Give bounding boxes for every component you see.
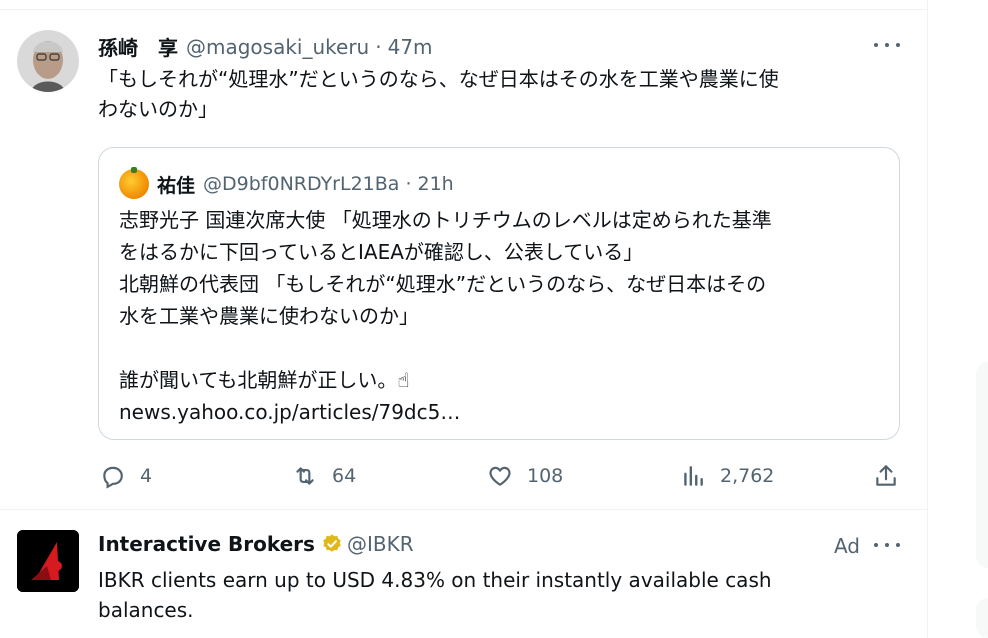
ibkr-logo[interactable] xyxy=(17,530,79,592)
share-icon xyxy=(876,465,896,486)
retweet-count: 64 xyxy=(332,465,357,487)
share-button[interactable] xyxy=(873,460,913,492)
views-count: 2,762 xyxy=(720,465,775,487)
quote-handle: @D9bf0NRDYrL21Ba xyxy=(203,173,400,195)
quote-link[interactable]: news.yahoo.co.jp/articles/79dc5… xyxy=(119,396,889,428)
reply-count: 4 xyxy=(140,465,153,487)
quote-text-line: 誰が聞いても北朝鮮が正しい。☝ xyxy=(119,368,410,392)
tweet-text: 「もしそれが“処理水”だというのなら、なぜ日本はその水を工業や農業に使 わないの… xyxy=(98,64,908,124)
more-icon[interactable] xyxy=(874,535,900,555)
separator: · xyxy=(375,34,382,59)
quote-text: 志野光子 国連次席大使 「処理水のトリチウムのレベルは定められた基準 をはるかに… xyxy=(119,204,889,428)
retweet-button[interactable]: 64 xyxy=(292,460,356,492)
quote-text-line: 志野光子 国連次席大使 「処理水のトリチウムのレベルは定められた基準 xyxy=(119,208,772,232)
quote-timestamp: 21h xyxy=(417,173,454,195)
avatar-image xyxy=(17,30,79,92)
ad-label: Ad xyxy=(833,534,860,558)
handle[interactable]: @magosaki_ukeru xyxy=(186,35,369,59)
quote-text-line xyxy=(119,332,889,364)
like-icon xyxy=(489,466,511,486)
views-button[interactable]: 2,762 xyxy=(680,460,774,492)
timestamp[interactable]: 47m xyxy=(388,35,433,59)
quote-header: 祐佳 @D9bf0NRDYrL21Ba · 21h xyxy=(119,167,454,199)
ad-text-line: IBKR clients earn up to USD 4.83% on the… xyxy=(98,568,772,592)
separator: · xyxy=(405,173,412,195)
verified-icon xyxy=(323,534,341,552)
more-icon[interactable] xyxy=(874,35,900,55)
avatar[interactable] xyxy=(17,30,79,92)
reply-button[interactable]: 4 xyxy=(100,460,152,492)
display-name[interactable]: 孫崎 享 xyxy=(98,32,178,61)
ad-display-name[interactable]: Interactive Brokers xyxy=(98,532,315,556)
tweet-header: 孫崎 享 @magosaki_ukeru · 47m xyxy=(98,32,433,61)
ad-handle[interactable]: @IBKR xyxy=(347,532,414,556)
quote-avatar xyxy=(119,167,149,199)
ad-text-line: balances. xyxy=(98,598,194,622)
ad-tweet-header: Interactive Brokers @IBKR xyxy=(98,532,414,556)
sidebar-card xyxy=(976,598,988,638)
tweet[interactable]: 孫崎 享 @magosaki_ukeru · 47m 「もしそれが“処理水”だと… xyxy=(0,0,928,509)
quote-tweet[interactable]: 祐佳 @D9bf0NRDYrL21Ba · 21h 志野光子 国連次席大使 「処… xyxy=(98,147,900,440)
tweet-text-line: 「もしそれが“処理水”だというのなら、なぜ日本はその水を工業や農業に使 xyxy=(98,67,779,91)
ibkr-logo-image xyxy=(17,530,79,592)
retweet-icon xyxy=(296,467,314,485)
tweet-text-line: わないのか」 xyxy=(98,97,218,121)
quote-display-name: 祐佳 xyxy=(157,174,196,197)
like-button[interactable]: 108 xyxy=(487,460,563,492)
ad-tweet-text: IBKR clients earn up to USD 4.83% on the… xyxy=(98,565,908,625)
reply-icon xyxy=(103,466,123,489)
like-count: 108 xyxy=(527,465,564,487)
views-icon xyxy=(684,466,703,486)
action-bar: 4 64 108 2,762 xyxy=(98,460,908,492)
timeline: 孫崎 享 @magosaki_ukeru · 47m 「もしそれが“処理水”だと… xyxy=(0,0,928,638)
quote-text-line: 水を工業や農業に使わないのか」 xyxy=(119,304,419,328)
sidebar-card xyxy=(976,362,988,568)
quote-text-line: 北朝鮮の代表団 「もしそれが“処理水”だというのなら、なぜ日本はその xyxy=(119,272,767,296)
quote-text-line: をはるかに下回っているとIAEAが確認し、公表している」 xyxy=(119,240,644,264)
